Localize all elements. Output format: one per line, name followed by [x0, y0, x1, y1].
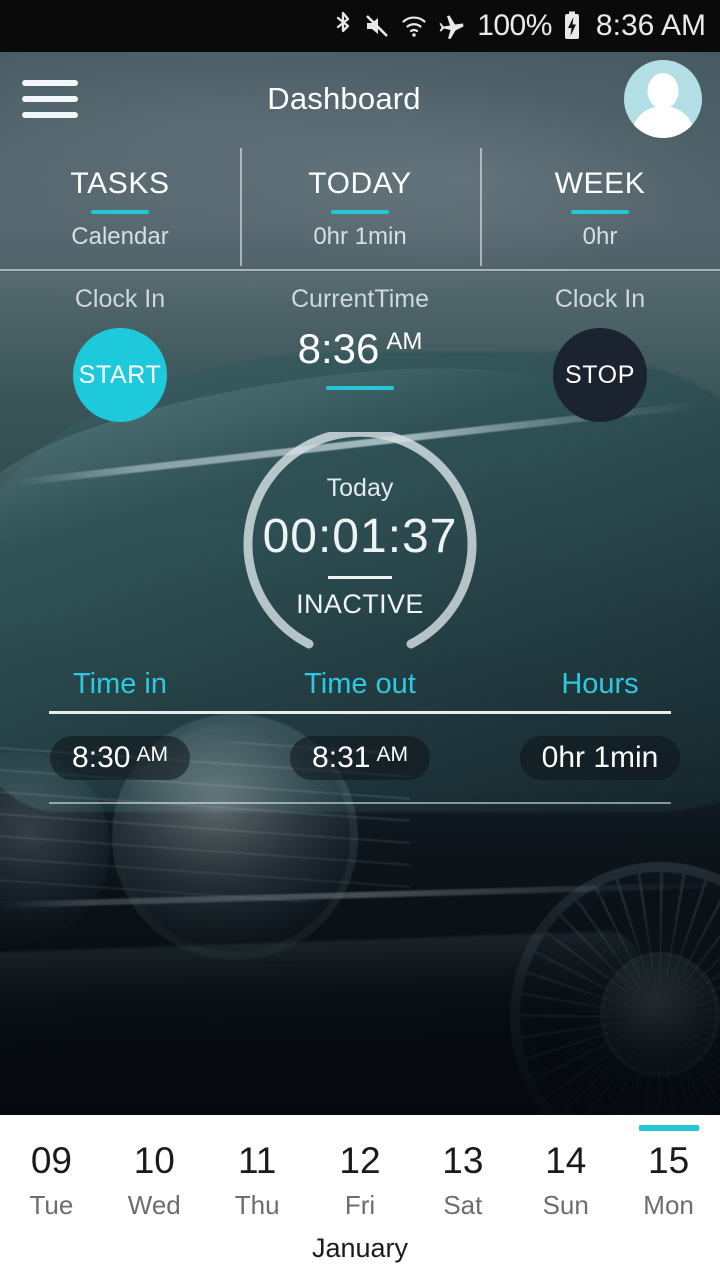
cell-time-in: 8:30 AM [0, 736, 240, 780]
stats-row: TASKS Calendar TODAY 0hr 1min WEEK 0hr [0, 148, 720, 270]
bluetooth-icon [333, 11, 353, 41]
stat-week-underline [571, 210, 629, 214]
date-item-11[interactable]: 11 Thu [206, 1127, 309, 1221]
date-item-09[interactable]: 09 Tue [0, 1127, 103, 1221]
stat-today-label: TODAY [308, 167, 412, 200]
date-item-15-selected[interactable]: 15 Mon [617, 1125, 720, 1221]
timer-divider [328, 575, 392, 579]
stat-week-label: WEEK [554, 167, 646, 200]
cell-hours-value: 0hr 1min [541, 741, 659, 774]
table-row-divider [49, 802, 671, 804]
date-number: 15 [648, 1140, 690, 1181]
date-item-14[interactable]: 14 Sun [514, 1127, 617, 1221]
date-day: Fri [344, 1189, 376, 1220]
stop-button[interactable]: STOP [553, 328, 647, 422]
clock-in-stop-caption: Clock In [554, 285, 646, 313]
app-screen: 100% 8:36 AM Dashboard TASKS Calendar TO… [0, 0, 720, 1280]
cell-hours: 0hr 1min [480, 736, 720, 780]
column-header-time-in: Time in [73, 668, 167, 700]
date-strip-days: 09 Tue 10 Wed 11 Thu 12 Fri 13 Sat 14 Su… [0, 1115, 720, 1221]
date-item-13[interactable]: 13 Sat [411, 1127, 514, 1221]
user-avatar-icon[interactable] [624, 60, 702, 138]
date-day: Sun [542, 1189, 589, 1220]
date-day: Tue [29, 1189, 74, 1220]
timer-top-label: Today [326, 474, 394, 503]
date-number: 14 [545, 1140, 587, 1181]
date-number: 09 [30, 1140, 72, 1181]
date-item-12[interactable]: 12 Fri [309, 1127, 412, 1221]
column-header-hours: Hours [561, 668, 639, 700]
start-button[interactable]: START [73, 328, 167, 422]
stat-tasks-value: Calendar [71, 223, 169, 250]
date-day: Thu [234, 1189, 280, 1220]
airplane-mode-icon [438, 12, 466, 40]
stat-today-value: 0hr 1min [313, 223, 407, 250]
stat-tasks[interactable]: TASKS Calendar [0, 148, 240, 270]
clock-in-start-group: Clock In START [0, 285, 240, 430]
timer-ring: Today 00:01:37 INACTIVE [231, 432, 489, 662]
date-number: 11 [237, 1140, 277, 1181]
date-day: Wed [127, 1189, 181, 1220]
current-time-group: CurrentTime 8:36 AM [240, 285, 480, 430]
clock-in-stop-group: Clock In STOP [480, 285, 720, 430]
column-header-time-out: Time out [304, 668, 416, 700]
clock-in-start-caption: Clock In [74, 285, 166, 313]
date-strip: 09 Tue 10 Wed 11 Thu 12 Fri 13 Sat 14 Su… [0, 1115, 720, 1280]
date-number: 12 [339, 1140, 381, 1181]
battery-percent-label: 100% [477, 9, 552, 42]
current-time-caption: CurrentTime [291, 285, 429, 313]
stat-tasks-underline [91, 210, 149, 214]
table-row[interactable]: 8:30 AM 8:31 AM 0hr 1min [0, 736, 720, 780]
cell-time-in-value: 8:30 [72, 741, 131, 774]
app-bar: Dashboard [0, 52, 720, 146]
date-selected-indicator [638, 1125, 699, 1131]
clock-controls: Clock In START CurrentTime 8:36 AM Clock… [0, 285, 720, 430]
timer-status: INACTIVE [296, 588, 424, 619]
time-entries-table: Time in Time out Hours 8:30 AM 8:31 AM 0… [0, 668, 720, 804]
status-bar-clock: 8:36 AM [595, 9, 706, 42]
status-bar: 100% 8:36 AM [0, 0, 720, 52]
stat-tasks-label: TASKS [70, 167, 170, 200]
battery-charging-icon [563, 11, 581, 41]
page-title: Dashboard [267, 81, 421, 116]
current-time-value: 8:36 [297, 325, 380, 372]
table-header-divider [49, 711, 671, 714]
date-day: Mon [643, 1189, 694, 1220]
table-header-row: Time in Time out Hours [0, 668, 720, 701]
date-item-10[interactable]: 10 Wed [103, 1127, 206, 1221]
cell-time-in-meridiem: AM [136, 743, 168, 766]
date-number: 10 [133, 1140, 175, 1181]
stat-week[interactable]: WEEK 0hr [480, 148, 720, 270]
volume-mute-icon [364, 13, 390, 39]
stat-today[interactable]: TODAY 0hr 1min [240, 148, 480, 270]
date-day: Sat [443, 1189, 483, 1220]
cell-time-out: 8:31 AM [240, 736, 480, 780]
cell-time-out-value: 8:31 [312, 741, 371, 774]
timer-elapsed: 00:01:37 [262, 510, 458, 564]
current-time-underline [326, 386, 394, 390]
wifi-icon [401, 14, 427, 38]
cell-time-out-meridiem: AM [376, 743, 408, 766]
stats-divider [0, 269, 720, 271]
stat-today-underline [331, 210, 389, 214]
current-time-meridiem: AM [386, 328, 423, 355]
date-number: 13 [442, 1140, 484, 1181]
month-label: January [311, 1232, 409, 1263]
stat-week-value: 0hr [582, 223, 618, 250]
